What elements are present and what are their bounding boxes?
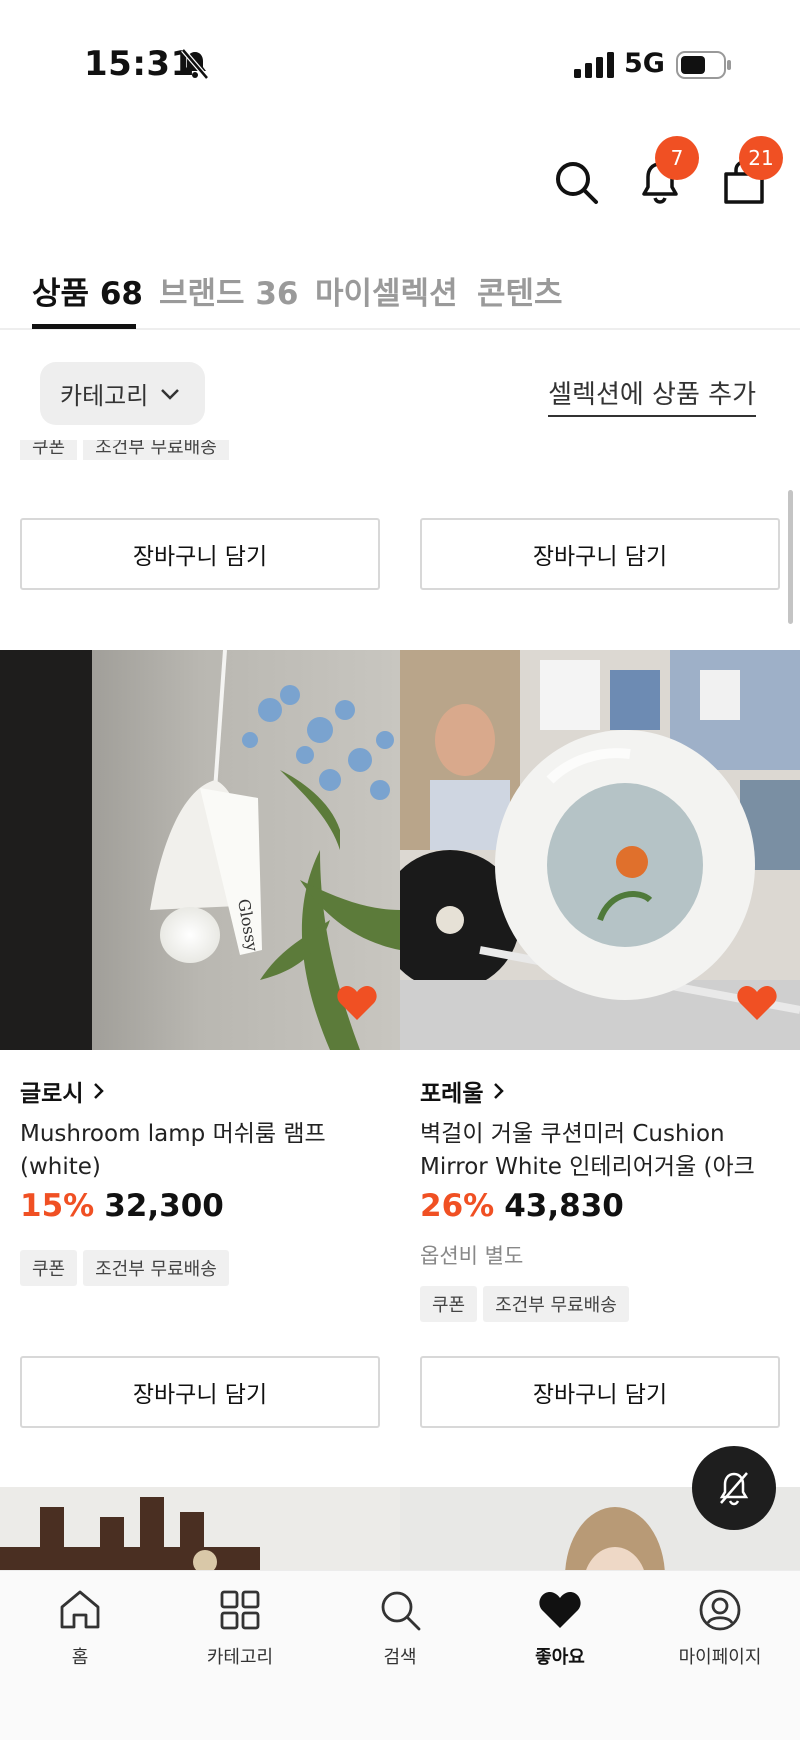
brand-name: 포레울 — [420, 1081, 484, 1107]
nav-label: 카테고리 — [206, 1647, 274, 1668]
search-icon — [381, 1591, 421, 1631]
brand-name: 글로시 — [20, 1081, 84, 1107]
user-circle-icon — [699, 1589, 741, 1631]
brand-link[interactable]: 글로시 — [20, 1074, 105, 1108]
tag-free-shipping: 조건부 무료배송 — [483, 1286, 629, 1322]
notification-toggle-button[interactable] — [692, 1446, 776, 1530]
tab-products[interactable]: 상품 68 — [32, 268, 143, 313]
status-bar: 15:31 5G — [0, 0, 800, 110]
product-price-row: 26% 43,830 — [420, 1188, 624, 1224]
nav-likes[interactable]: 좋아요 — [490, 1587, 630, 1669]
nav-label: 마이페이지 — [678, 1647, 762, 1668]
tag-coupon: 쿠폰 — [420, 1286, 478, 1322]
option-fee-note: 옵션비 별도 — [420, 1244, 524, 1268]
category-filter-button[interactable]: 카테고리 — [40, 362, 205, 425]
scrollbar[interactable] — [788, 490, 793, 624]
cart-badge: 21 — [739, 136, 783, 180]
sale-price: 43,830 — [504, 1188, 624, 1224]
add-to-cart-button[interactable]: 장바구니 담기 — [420, 518, 780, 590]
bell-off-icon — [719, 1472, 749, 1506]
discount-rate: 15% — [20, 1188, 95, 1224]
product-price-row: 15% 32,300 — [20, 1188, 224, 1224]
add-to-cart-button[interactable]: 장바구니 담기 — [420, 1356, 780, 1428]
nav-mypage[interactable]: 마이페이지 — [650, 1587, 790, 1669]
category-filter-label: 카테고리 — [60, 382, 149, 410]
nav-category[interactable]: 카테고리 — [170, 1587, 310, 1669]
tab-brands[interactable]: 브랜드 36 — [159, 268, 299, 313]
tab-my-selection[interactable]: 마이셀렉션 — [315, 268, 458, 313]
nav-label: 홈 — [71, 1647, 89, 1668]
home-icon — [60, 1590, 100, 1629]
nav-label: 검색 — [383, 1647, 417, 1668]
bottom-navigation: 홈 카테고리 검색 좋아요 마이페이지 — [0, 1570, 800, 1740]
nav-label: 좋아요 — [535, 1647, 585, 1668]
add-to-cart-button[interactable]: 장바구니 담기 — [20, 1356, 380, 1428]
product-image[interactable]: Glossy — [0, 650, 400, 1050]
chevron-right-icon — [494, 1083, 505, 1099]
sale-price: 32,300 — [104, 1188, 224, 1224]
tag-coupon: 쿠폰 — [20, 440, 78, 460]
prev-row-tags-clip: 쿠폰 조건부 무료배송 — [0, 440, 800, 460]
network-type: 5G — [624, 48, 665, 79]
active-tab-indicator — [32, 324, 136, 329]
tag-free-shipping: 조건부 무료배송 — [83, 1250, 229, 1286]
silent-mode-icon — [181, 48, 209, 80]
category-grid-icon — [220, 1590, 260, 1630]
tab-bar: 상품 68 브랜드 36 마이셀렉션 콘텐츠 — [0, 258, 800, 330]
tag-coupon: 쿠폰 — [20, 1250, 78, 1286]
chevron-down-icon — [161, 388, 180, 400]
product-tags: 쿠폰 조건부 무료배송 — [20, 1250, 235, 1286]
add-to-selection-link[interactable]: 셀렉션에 상품 추가 — [548, 374, 756, 417]
nav-home[interactable]: 홈 — [10, 1587, 150, 1669]
heart-icon — [539, 1592, 581, 1628]
product-name[interactable]: 벽걸이 거울 쿠션미러 Cushion Mirror White 인테리어거울 … — [420, 1118, 790, 1184]
prev-row-tags: 쿠폰 조건부 무료배송 — [20, 440, 235, 460]
notification-badge: 7 — [655, 136, 699, 180]
liked-heart-icon[interactable] — [336, 984, 378, 1022]
tag-free-shipping: 조건부 무료배송 — [83, 440, 229, 460]
product-name[interactable]: Mushroom lamp 머쉬룸 램프 (white) — [20, 1118, 390, 1184]
brand-link[interactable]: 포레울 — [420, 1074, 505, 1108]
signal-icon — [574, 52, 614, 78]
liked-heart-icon[interactable] — [736, 984, 778, 1022]
tab-contents[interactable]: 콘텐츠 — [477, 268, 563, 313]
discount-rate: 26% — [420, 1188, 495, 1224]
chevron-right-icon — [94, 1083, 105, 1099]
add-to-cart-button[interactable]: 장바구니 담기 — [20, 518, 380, 590]
battery-icon — [676, 51, 731, 79]
product-tags: 쿠폰 조건부 무료배송 — [420, 1286, 635, 1322]
status-time: 15:31 — [84, 44, 195, 84]
product-image[interactable] — [400, 650, 800, 1050]
search-icon[interactable] — [552, 158, 600, 206]
nav-search[interactable]: 검색 — [330, 1587, 470, 1669]
